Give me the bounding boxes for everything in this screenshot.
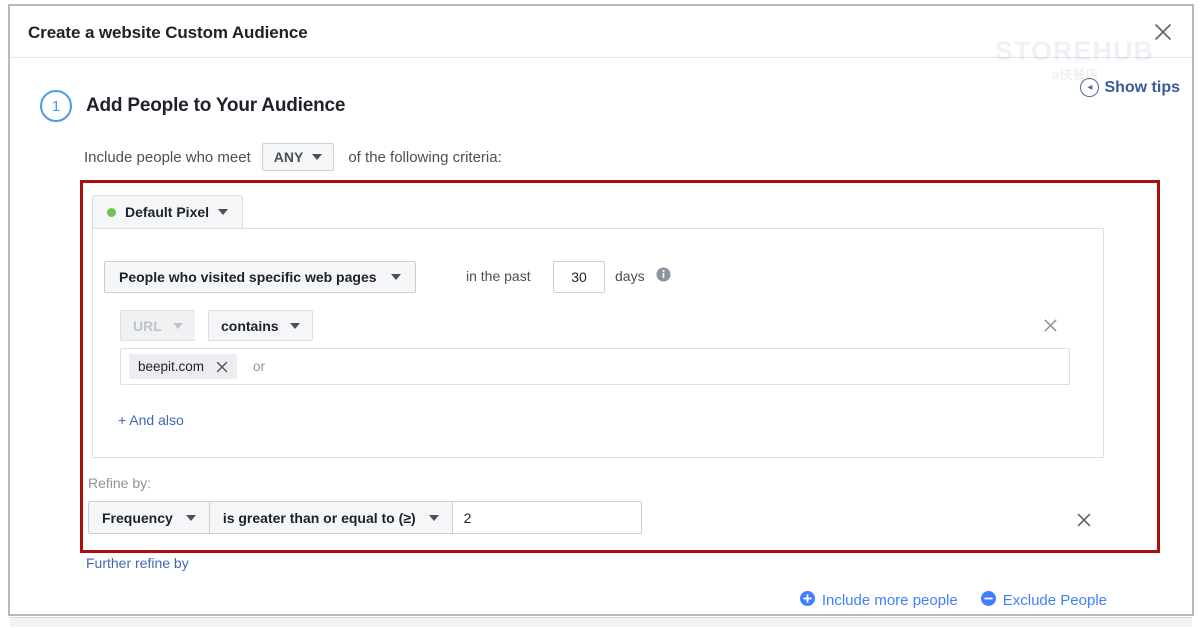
match-type-select[interactable]: ANY [261, 143, 335, 171]
remove-token-icon[interactable] [216, 361, 228, 373]
url-field-label: URL [133, 317, 162, 334]
include-prefix-label: Include people who meet [84, 148, 251, 166]
step-number-badge: 1 [40, 90, 72, 122]
pixel-source-label: Default Pixel [125, 204, 210, 220]
further-refine-link[interactable]: Further refine by [86, 555, 189, 571]
rule-type-select[interactable]: People who visited specific web pages [104, 261, 416, 293]
match-type-value: ANY [273, 149, 304, 165]
retention-prefix-label: in the past [466, 268, 531, 284]
include-suffix-label: of the following criteria: [348, 148, 502, 166]
include-criteria-row: Include people who meet ANY of the follo… [84, 143, 502, 171]
frame-border-bottom [8, 614, 1194, 616]
rule-type-label: People who visited specific web pages [119, 269, 377, 285]
refine-value-input[interactable] [451, 501, 642, 534]
frame-border-left [8, 4, 10, 616]
include-more-people-button[interactable]: Include more people [799, 591, 958, 610]
refine-by-label: Refine by: [88, 475, 152, 491]
url-token-label: beepit.com [138, 359, 205, 374]
chevron-down-icon [218, 209, 229, 215]
retention-days-input[interactable] [553, 261, 605, 293]
refine-by-row: Frequency is greater than or equal to (≥… [88, 501, 642, 534]
remove-refine-row-button[interactable] [1075, 511, 1093, 529]
and-also-link[interactable]: + And also [118, 412, 184, 428]
show-tips-button[interactable]: ◂ Show tips [1080, 78, 1180, 97]
retention-suffix-label: days [615, 268, 645, 284]
show-tips-label: Show tips [1104, 78, 1180, 96]
chevron-down-icon [428, 514, 439, 521]
pixel-source-tab[interactable]: Default Pixel [92, 195, 244, 228]
dialog-header: Create a website Custom Audience [10, 6, 1192, 58]
dialog-footer-bar [10, 617, 1192, 627]
operator-select[interactable]: contains [208, 310, 313, 341]
chevron-down-icon [312, 154, 323, 160]
refine-metric-label: Frequency [102, 509, 173, 526]
or-placeholder-label: or [253, 359, 266, 374]
exclude-people-label: Exclude People [1002, 592, 1107, 609]
url-field-select[interactable]: URL [120, 310, 195, 341]
exclude-people-button[interactable]: Exclude People [980, 591, 1107, 610]
frame-border-right [1192, 4, 1194, 616]
plus-circle-icon [799, 591, 815, 610]
status-dot-icon [107, 207, 116, 217]
minus-circle-icon [980, 591, 996, 610]
refine-metric-select[interactable]: Frequency [88, 501, 209, 534]
dialog-frame: Create a website Custom Audience STOREHU… [0, 0, 1200, 628]
operator-label: contains [221, 317, 279, 334]
url-token: beepit.com [129, 354, 238, 379]
url-value-input[interactable]: beepit.com or [120, 348, 1070, 385]
chevron-down-icon [289, 322, 300, 329]
refine-operator-label: is greater than or equal to (≥) [222, 509, 416, 526]
chevron-down-icon [390, 274, 401, 280]
remove-rule-row-button[interactable] [1042, 317, 1059, 334]
refine-operator-select[interactable]: is greater than or equal to (≥) [208, 501, 452, 534]
chevron-left-circle-icon: ◂ [1080, 78, 1100, 97]
include-more-people-label: Include more people [821, 592, 958, 609]
chevron-down-icon [185, 514, 196, 521]
chevron-down-icon [172, 322, 183, 329]
step-title: Add People to Your Audience [86, 95, 346, 116]
info-icon[interactable] [656, 267, 671, 282]
page-title: Create a website Custom Audience [28, 23, 308, 42]
bottom-actions: Include more people Exclude People [799, 591, 1107, 610]
close-icon[interactable] [1151, 20, 1175, 44]
